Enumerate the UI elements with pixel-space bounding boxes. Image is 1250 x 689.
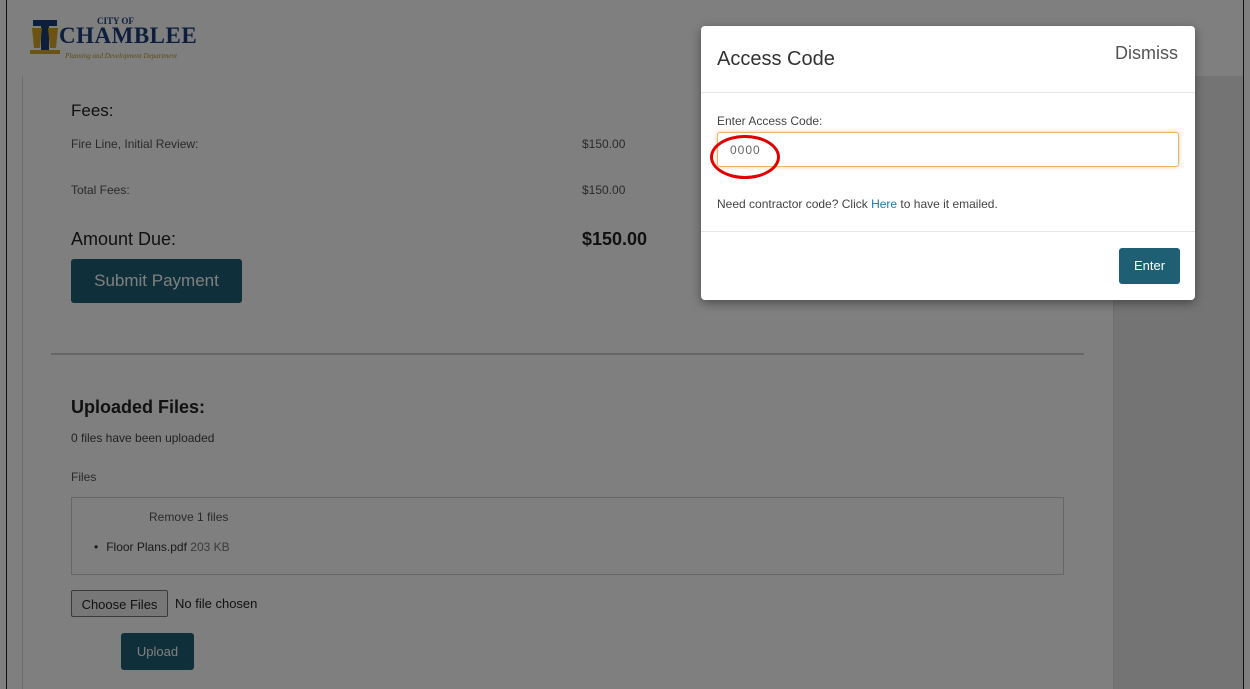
- contractor-suffix: to have it emailed.: [897, 197, 998, 211]
- contractor-here-link[interactable]: Here: [871, 197, 897, 211]
- access-code-modal: Access Code Dismiss Enter Access Code: N…: [701, 26, 1195, 300]
- access-code-label: Enter Access Code:: [717, 114, 823, 128]
- access-code-input[interactable]: [717, 132, 1179, 167]
- modal-header-divider: [701, 92, 1195, 93]
- dismiss-button[interactable]: Dismiss: [1115, 43, 1178, 64]
- modal-title: Access Code: [717, 48, 835, 70]
- contractor-prefix: Need contractor code? Click: [717, 197, 872, 211]
- enter-button[interactable]: Enter: [1119, 248, 1180, 284]
- annotation-circle: [710, 135, 780, 179]
- modal-footer-divider: [701, 231, 1195, 232]
- contractor-code-text: Need contractor code? Click Here to have…: [717, 197, 998, 211]
